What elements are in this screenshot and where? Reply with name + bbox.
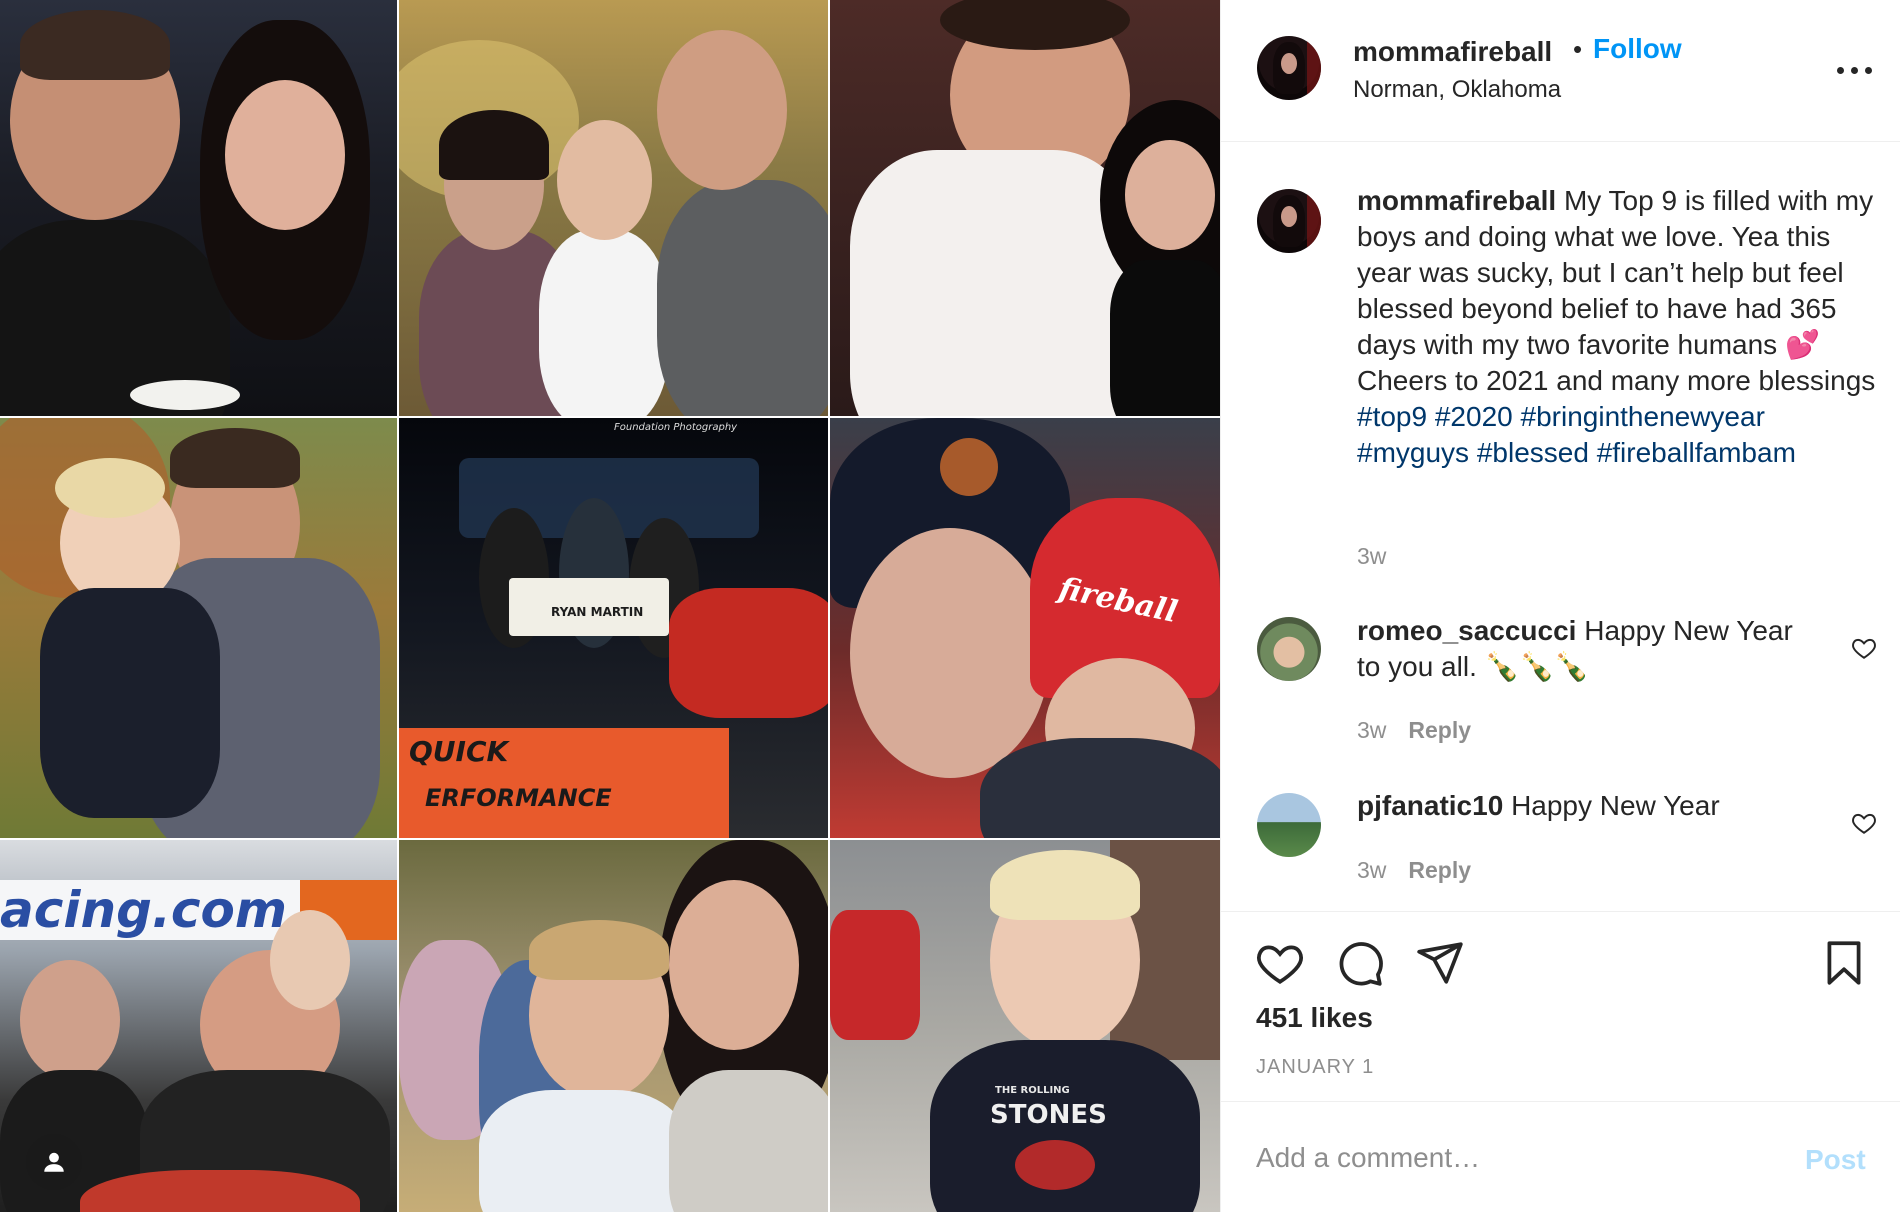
banner-text-performance: ERFORMANCE (425, 784, 612, 812)
author-avatar[interactable] (1257, 36, 1321, 100)
comment-text: pjfanatic10 Happy New Year (1357, 788, 1817, 824)
more-options-button[interactable] (1835, 58, 1875, 82)
hashtag-link[interactable]: #top9 (1357, 401, 1427, 432)
comment-body: Happy New Year (1511, 790, 1720, 821)
like-comment-heart-icon[interactable] (1851, 810, 1877, 836)
caption-text: mommafireball My Top 9 is filled with my… (1357, 183, 1877, 471)
photo-couple-selfie (0, 0, 397, 416)
likes-count[interactable]: 451 likes (1256, 1002, 1373, 1034)
hashtag-link[interactable]: #bringinthenewyear (1521, 401, 1765, 432)
hashtag-link[interactable]: #fireballfambam (1597, 437, 1796, 468)
shirt-top-text: THE ROLLING (995, 1085, 1070, 1096)
add-comment-bar: Post (1221, 1101, 1900, 1212)
photo-couple-indoors (830, 0, 1220, 416)
comment-time[interactable]: 3w (1357, 717, 1386, 743)
like-comment-heart-icon[interactable] (1851, 635, 1877, 661)
caption-author-avatar[interactable] (1257, 189, 1321, 253)
photo-boy-garage: THE ROLLING STONES (830, 840, 1220, 1212)
photo-mother-son-outdoors (399, 840, 828, 1212)
author-username[interactable]: mommafireball (1353, 36, 1552, 68)
like-heart-icon[interactable] (1255, 938, 1305, 988)
tagged-users-button[interactable] (26, 1134, 82, 1190)
share-paper-plane-icon[interactable] (1415, 938, 1465, 988)
post-details-panel: mommafireball • Follow Norman, Oklahoma … (1220, 0, 1900, 1212)
post-media-collage[interactable]: Foundation Photography RYAN MARTIN QUICK… (0, 0, 1220, 1212)
check-name: RYAN MARTIN (551, 605, 644, 619)
comment-time[interactable]: 3w (1357, 857, 1386, 883)
save-bookmark-icon[interactable] (1819, 938, 1869, 988)
follow-button[interactable]: Follow (1593, 33, 1682, 65)
comment-username[interactable]: pjfanatic10 (1357, 790, 1503, 821)
comment-bubble-icon[interactable] (1335, 938, 1385, 988)
commenter-avatar[interactable] (1257, 793, 1321, 857)
photographer-watermark: Foundation Photography (614, 422, 738, 433)
comment-meta: 3w Reply (1357, 717, 1471, 744)
photo-father-son (0, 418, 397, 838)
comment-meta: 3w Reply (1357, 857, 1471, 884)
post-comment-button[interactable]: Post (1805, 1144, 1866, 1176)
post-header: mommafireball • Follow Norman, Oklahoma (1221, 0, 1900, 142)
comment-text: romeo_saccucci Happy New Year to you all… (1357, 613, 1817, 685)
photo-mother-son-beanies: fireball (830, 418, 1220, 838)
caption-body: My Top 9 is filled with my boys and doin… (1357, 185, 1876, 396)
comment-username[interactable]: romeo_saccucci (1357, 615, 1576, 646)
photo-family-outdoors (399, 0, 828, 416)
caption-username[interactable]: mommafireball (1357, 185, 1556, 216)
reply-button[interactable]: Reply (1408, 857, 1471, 883)
commenter-avatar[interactable] (1257, 617, 1321, 681)
add-comment-input[interactable] (1256, 1136, 1756, 1180)
header-separator: • (1573, 34, 1583, 64)
caption-meta: 3w (1357, 543, 1386, 570)
hashtag-link[interactable]: #blessed (1477, 437, 1589, 468)
post-location[interactable]: Norman, Oklahoma (1353, 76, 1561, 104)
comments-section: mommafireball My Top 9 is filled with my… (1221, 143, 1900, 911)
hashtag-link[interactable]: #myguys (1357, 437, 1469, 468)
banner-bg-letters: acing.com (0, 881, 287, 939)
user-icon (44, 1152, 64, 1172)
post-date[interactable]: JANUARY 1 (1256, 1056, 1374, 1079)
reply-button[interactable]: Reply (1408, 717, 1471, 743)
caption-time[interactable]: 3w (1357, 543, 1386, 569)
hashtag-link[interactable]: #2020 (1435, 401, 1513, 432)
photo-race-winners: Foundation Photography RYAN MARTIN QUICK… (399, 418, 828, 838)
shirt-brand-text: STONES (990, 1100, 1107, 1130)
banner-text-quick: QUICK (409, 735, 509, 768)
post-actions: 451 likes JANUARY 1 (1221, 911, 1900, 1101)
